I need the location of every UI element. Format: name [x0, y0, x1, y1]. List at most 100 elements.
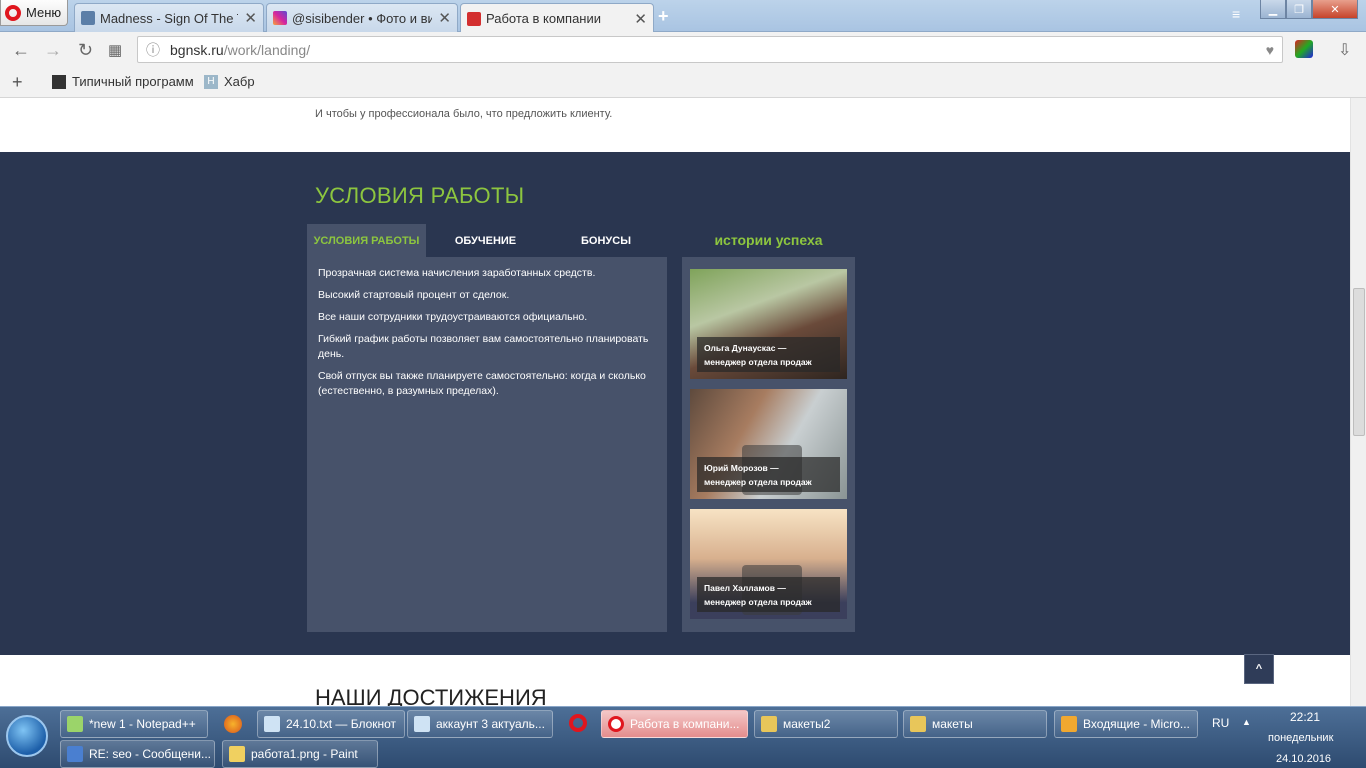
story-video[interactable]: Юрий Морозов — менеджер отдела продаж: [690, 389, 847, 499]
story-role: менеджер отдела продаж: [704, 477, 812, 487]
taskbar-item[interactable]: работа1.png - Paint: [222, 740, 378, 768]
maximize-button[interactable]: ❐: [1286, 0, 1312, 19]
conditions-tabs: УСЛОВИЯ РАБОТЫ ОБУЧЕНИЕ БОНУСЫ: [307, 224, 667, 257]
taskbar-item[interactable]: *new 1 - Notepad++: [60, 710, 208, 738]
story-caption: Ольга Дунаускас — менеджер отдела продаж: [697, 337, 840, 372]
bookmark-label: Типичный программ: [72, 74, 194, 89]
new-tab-icon[interactable]: +: [658, 6, 669, 27]
taskbar-item-active[interactable]: Работа в компани...: [601, 710, 748, 738]
taskbar-label: Работа в компани...: [630, 717, 740, 731]
pause-icon: [81, 11, 95, 25]
taskbar-label: Входящие - Micro...: [1083, 717, 1190, 731]
achievements-title: НАШИ ДОСТИЖЕНИЯ: [315, 685, 547, 706]
intro-text: И чтобы у профессионала было, что предло…: [315, 108, 613, 120]
close-tab-icon[interactable]: ✕: [634, 10, 647, 28]
page-viewport: И чтобы у профессионала было, что предло…: [0, 98, 1350, 706]
close-tab-icon[interactable]: ✕: [244, 9, 257, 27]
speed-dial-icon[interactable]: ▦: [108, 41, 122, 59]
clock-time[interactable]: 22:21: [1290, 710, 1320, 724]
conditions-section: УСЛОВИЯ РАБОТЫ УСЛОВИЯ РАБОТЫ ОБУЧЕНИЕ Б…: [0, 152, 1350, 684]
scrollbar-thumb[interactable]: [1353, 288, 1365, 436]
url-host: bgnsk.ru: [170, 41, 224, 58]
tray-expand-icon[interactable]: ▲: [1242, 717, 1251, 727]
bookmark-label: Хабр: [224, 74, 255, 89]
start-button[interactable]: [6, 715, 48, 757]
tab-title: Работа в компании: [486, 11, 602, 26]
close-tab-icon[interactable]: ✕: [438, 9, 451, 27]
add-bookmark-icon[interactable]: +: [12, 72, 23, 93]
conditions-panel: Прозрачная система начисления заработанн…: [307, 257, 667, 632]
condition-item: Высокий стартовый процент от сделок.: [318, 289, 510, 301]
browser-tab-instagram[interactable]: @sisibender • Фото и вид ✕: [266, 3, 458, 32]
condition-item: Прозрачная система начисления заработанн…: [318, 267, 596, 279]
firefox-icon[interactable]: [224, 715, 242, 733]
opera-logo-icon: [5, 4, 21, 21]
bookmark-heart-icon[interactable]: ♥: [1266, 42, 1274, 58]
opera-menu-button[interactable]: Меню: [0, 0, 68, 26]
bookmark-item[interactable]: Типичный программ: [52, 74, 194, 89]
story-caption: Павел Халламов — менеджер отдела продаж: [697, 577, 840, 612]
taskbar-item[interactable]: аккаунт 3 актуаль...: [407, 710, 553, 738]
taskbar-item[interactable]: Входящие - Micro...: [1054, 710, 1198, 738]
windows-taskbar: *new 1 - Notepad++ 24.10.txt — Блокнот а…: [0, 706, 1366, 768]
taskbar-label: аккаунт 3 актуаль...: [436, 717, 545, 731]
tab-conditions[interactable]: УСЛОВИЯ РАБОТЫ: [307, 224, 426, 257]
back-icon[interactable]: ←: [12, 40, 30, 61]
condition-item: Гибкий график работы позволяет вам самос…: [318, 333, 649, 360]
browser-tab-active[interactable]: Работа в компании ✕: [460, 3, 654, 33]
address-input[interactable]: ⓘ bgnsk.ru/work/landing/ ♥: [137, 36, 1283, 63]
tab-bonuses[interactable]: БОНУСЫ: [545, 224, 667, 257]
opera-icon[interactable]: [569, 714, 587, 732]
page-scrollbar[interactable]: [1350, 98, 1366, 706]
address-toolbar: ← → ↻ ▦ ⓘ bgnsk.ru/work/landing/ ♥ ⇩: [0, 32, 1366, 67]
site-info-icon[interactable]: ⓘ: [146, 40, 160, 60]
site-favicon-icon: [467, 11, 481, 26]
taskbar-label: *new 1 - Notepad++: [89, 717, 196, 731]
extension-icon[interactable]: [1295, 40, 1313, 58]
story-name: Ольга Дунаускас —: [704, 343, 787, 353]
mail-icon: [1061, 716, 1077, 732]
language-indicator[interactable]: RU: [1212, 716, 1229, 730]
reload-icon[interactable]: ↻: [78, 40, 93, 61]
menu-label: Меню: [26, 5, 62, 20]
instagram-icon: [273, 11, 287, 25]
taskbar-item[interactable]: 24.10.txt — Блокнот: [257, 710, 405, 738]
download-icon[interactable]: ⇩: [1338, 40, 1351, 60]
taskbar-label: работа1.png - Paint: [251, 747, 358, 761]
taskbar-label: макеты: [932, 717, 973, 731]
bookmark-item[interactable]: H Хабр: [204, 74, 255, 89]
taskbar-label: макеты2: [783, 717, 831, 731]
browser-tabstrip: Меню Madness - Sign Of The Tim ✕ @sisibe…: [0, 0, 1366, 33]
taskbar-item[interactable]: макеты: [903, 710, 1047, 738]
scroll-to-top-button[interactable]: ^: [1244, 654, 1274, 684]
story-video[interactable]: Павел Халламов — менеджер отдела продаж: [690, 509, 847, 619]
taskbar-item[interactable]: макеты2: [754, 710, 898, 738]
stories-title: истории успеха: [714, 232, 823, 248]
clock-date: 24.10.2016: [1276, 753, 1332, 765]
tab-training[interactable]: ОБУЧЕНИЕ: [426, 224, 545, 257]
story-name: Павел Халламов —: [704, 583, 786, 593]
tab-title: Madness - Sign Of The Tim: [100, 10, 238, 26]
habr-icon: H: [204, 74, 218, 89]
taskbar-item[interactable]: RE: seo - Сообщени...: [60, 740, 215, 768]
paint-icon: [229, 746, 245, 762]
minimize-button[interactable]: ▁: [1260, 0, 1286, 19]
story-role: менеджер отдела продаж: [704, 357, 812, 367]
tab-menu-icon[interactable]: ≡: [1232, 6, 1240, 22]
folder-icon: [761, 716, 777, 732]
opera-icon: [608, 716, 624, 732]
taskbar-label: 24.10.txt — Блокнот: [286, 717, 397, 731]
url-path: /work/landing/: [223, 41, 311, 58]
story-video[interactable]: Ольга Дунаускас — менеджер отдела продаж: [690, 269, 847, 379]
condition-item: Свой отпуск вы также планируете самостоя…: [318, 370, 646, 397]
story-caption: Юрий Морозов — менеджер отдела продаж: [697, 457, 840, 492]
taskbar-label: RE: seo - Сообщени...: [89, 747, 211, 761]
stories-panel: Ольга Дунаускас — менеджер отдела продаж…: [682, 257, 855, 632]
tab-title: @sisibender • Фото и вид: [292, 10, 433, 26]
bookmark-favicon-icon: [52, 74, 66, 89]
browser-tab-madness[interactable]: Madness - Sign Of The Tim ✕: [74, 3, 264, 32]
forward-icon[interactable]: →: [44, 40, 62, 61]
close-window-button[interactable]: ✕: [1312, 0, 1358, 19]
folder-icon: [910, 716, 926, 732]
notepadpp-icon: [67, 716, 83, 732]
